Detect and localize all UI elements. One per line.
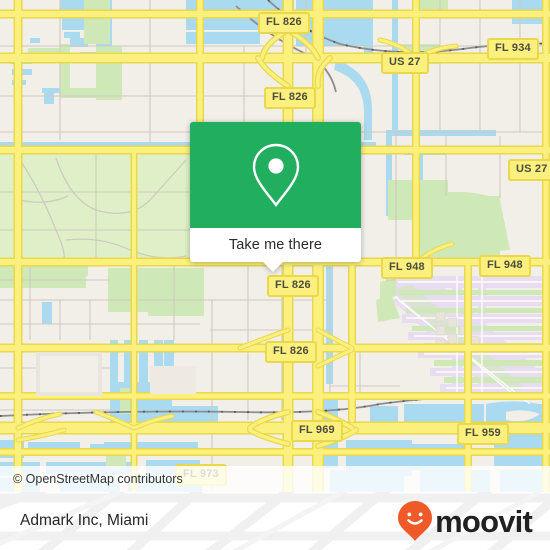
moovit-brand-logo[interactable]: moovit	[397, 492, 533, 550]
moovit-map-page: FL 826 FL 934 US 27 FL 826 US 27 FL 948 FL 948…	[0, 0, 550, 550]
road-shield: US 27	[508, 159, 550, 181]
road-shield: FL 948	[479, 255, 531, 277]
road-shield: FL 826	[258, 12, 310, 34]
map-canvas[interactable]: FL 826 FL 934 US 27 FL 826 US 27 FL 948 FL 948…	[0, 0, 550, 492]
road-shield: FL 948	[381, 257, 433, 279]
page-footer: Admark Inc, Miami moovit	[0, 492, 550, 550]
map-attribution[interactable]: © OpenStreetMap contributors	[0, 466, 550, 492]
place-title: Admark Inc, Miami	[20, 512, 149, 529]
road-shield: FL 959	[457, 423, 509, 445]
popup-action-bar[interactable]: Take me there	[190, 228, 361, 262]
destination-popup-card[interactable]: Take me there	[190, 122, 361, 272]
moovit-wordmark: moovit	[435, 503, 533, 539]
road-shield: FL 934	[487, 38, 539, 60]
road-shield: FL 969	[291, 420, 343, 442]
location-pin-icon	[252, 143, 299, 208]
road-shield: US 27	[381, 52, 429, 74]
moovit-smiley-pin-icon	[398, 501, 433, 541]
road-shield: FL 826	[267, 275, 319, 297]
take-me-there-label: Take me there	[228, 237, 323, 253]
popup-header	[190, 122, 361, 228]
popup-tail-pointer	[262, 261, 284, 272]
road-shield: FL 826	[264, 87, 316, 109]
road-shield: FL 826	[265, 341, 317, 363]
